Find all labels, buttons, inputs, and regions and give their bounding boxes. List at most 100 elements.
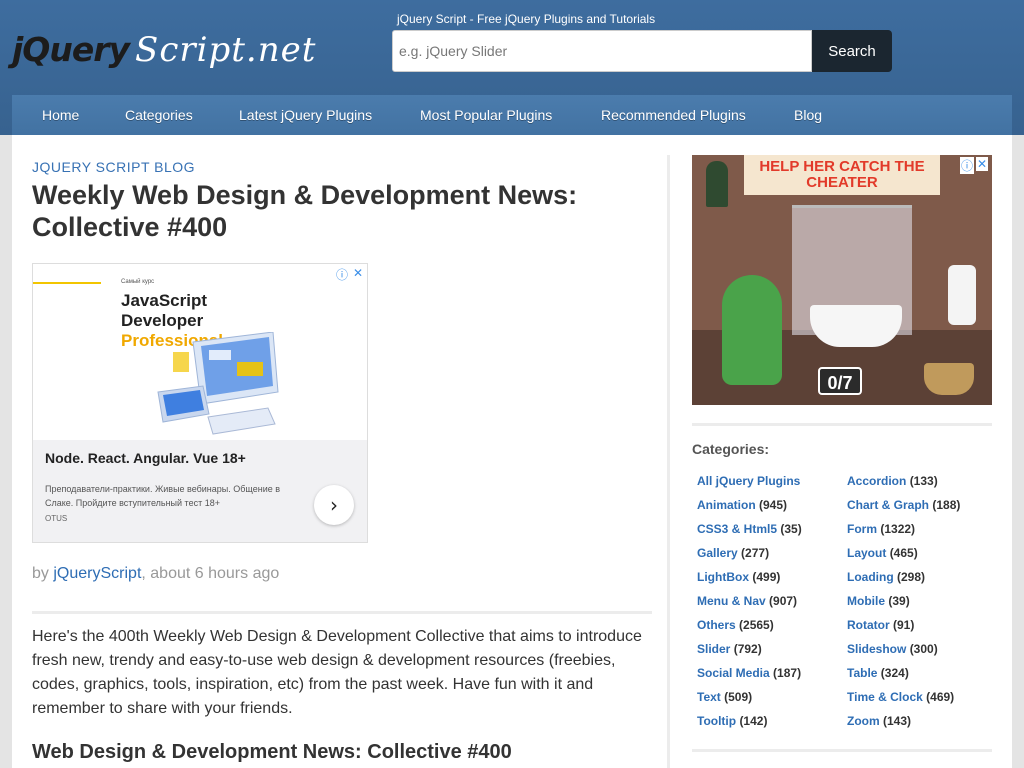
category-count: (133) (909, 474, 938, 488)
category-count: (509) (724, 690, 753, 704)
category-link[interactable]: Others (697, 618, 736, 632)
category-item: Social Media (187) (697, 665, 847, 689)
category-count: (298) (897, 570, 926, 584)
ad-info-icon[interactable]: ⓘ (336, 266, 348, 283)
column-divider (667, 155, 670, 768)
category-link[interactable]: Zoom (847, 714, 880, 728)
bathtub-illustration (810, 305, 902, 347)
category-link[interactable]: CSS3 & Html5 (697, 522, 777, 536)
ad-game-sign: HELP HER CATCH THE CHEATER (744, 155, 940, 195)
categories-column-2: Accordion (133) Chart & Graph (188) Form… (847, 473, 997, 737)
category-item: Chart & Graph (188) (847, 497, 997, 521)
toilet-illustration (948, 265, 976, 325)
ad-text-panel: Node. React. Angular. Vue 18+ Преподават… (33, 440, 367, 542)
category-item: Animation (945) (697, 497, 847, 521)
category-item: Accordion (133) (847, 473, 997, 497)
category-link[interactable]: Time & Clock (847, 690, 923, 704)
divider-line (32, 611, 652, 614)
search-button[interactable]: Search (812, 30, 892, 72)
search-input[interactable] (392, 30, 812, 72)
ad-info-icon[interactable]: ⓘ (960, 157, 975, 174)
category-item: Slider (792) (697, 641, 847, 665)
category-count: (2565) (739, 618, 774, 632)
character-illustration (722, 275, 782, 385)
advertisement-right[interactable]: HELP HER CATCH THE CHEATER 0/7 ⓘ ✕ (692, 155, 992, 405)
category-count: (187) (773, 666, 802, 680)
article-subtitle: Web Design & Development News: Collectiv… (32, 741, 512, 763)
category-item: All jQuery Plugins (697, 473, 847, 497)
category-item: Text (509) (697, 689, 847, 713)
nav-recommended-plugins[interactable]: Recommended Plugins (601, 107, 746, 123)
categories-column-1: All jQuery Plugins Animation (945) CSS3 … (697, 473, 847, 737)
category-link[interactable]: Animation (697, 498, 756, 512)
category-count: (469) (926, 690, 955, 704)
category-item: Slideshow (300) (847, 641, 997, 665)
ad-heading-line2: Developer (121, 311, 204, 330)
category-item: Time & Clock (469) (847, 689, 997, 713)
category-item: CSS3 & Html5 (35) (697, 521, 847, 545)
category-link[interactable]: Table (847, 666, 877, 680)
category-item: Table (324) (847, 665, 997, 689)
nav-latest-plugins[interactable]: Latest jQuery Plugins (239, 107, 372, 123)
category-count: (142) (739, 714, 768, 728)
nav-blog[interactable]: Blog (794, 107, 822, 123)
category-link[interactable]: Text (697, 690, 721, 704)
category-link[interactable]: Layout (847, 546, 886, 560)
category-item: Zoom (143) (847, 713, 997, 737)
logo-script-text: Script.net (135, 30, 317, 70)
site-logo[interactable]: jQuery Script.net (12, 30, 316, 74)
category-item: Menu & Nav (907) (697, 593, 847, 617)
category-count: (91) (893, 618, 915, 632)
chevron-right-icon[interactable]: › (314, 485, 354, 525)
category-count: (35) (780, 522, 802, 536)
ad-brand: OTUS (45, 514, 68, 523)
nav-home[interactable]: Home (42, 107, 79, 123)
category-item: Mobile (39) (847, 593, 997, 617)
category-count: (792) (733, 642, 762, 656)
ad-game-counter: 0/7 (818, 367, 862, 395)
categories-heading: Categories: (692, 441, 770, 457)
category-link[interactable]: Loading (847, 570, 894, 584)
category-link[interactable]: Slideshow (847, 642, 906, 656)
author-link[interactable]: jQueryScript (53, 565, 141, 582)
nav-popular-plugins[interactable]: Most Popular Plugins (420, 107, 552, 123)
category-count: (945) (759, 498, 788, 512)
category-item: Tooltip (142) (697, 713, 847, 737)
main-nav: Home Categories Latest jQuery Plugins Mo… (12, 95, 1012, 135)
category-item: Loading (298) (847, 569, 997, 593)
article-intro: Here's the 400th Weekly Web Design & Dev… (32, 628, 642, 717)
ad-small-text: Самый курс (121, 279, 155, 285)
divider-line (692, 423, 992, 426)
category-link[interactable]: Gallery (697, 546, 738, 560)
category-link[interactable]: LightBox (697, 570, 749, 584)
category-link[interactable]: Chart & Graph (847, 498, 929, 512)
ad-accent-line (33, 282, 101, 284)
ad-headline: Node. React. Angular. Vue 18+ (45, 450, 246, 466)
category-link[interactable]: Tooltip (697, 714, 736, 728)
category-count: (143) (883, 714, 912, 728)
category-count: (465) (889, 546, 918, 560)
category-link[interactable]: Menu & Nav (697, 594, 766, 608)
basket-illustration (924, 363, 974, 395)
plant-illustration (706, 161, 728, 207)
category-link[interactable]: Mobile (847, 594, 885, 608)
category-link[interactable]: Form (847, 522, 877, 536)
category-count: (324) (880, 666, 909, 680)
category-link[interactable]: All jQuery Plugins (697, 474, 800, 488)
category-item: Rotator (91) (847, 617, 997, 641)
category-link[interactable]: Rotator (847, 618, 890, 632)
article-byline: by jQueryScript, about 6 hours ago (32, 565, 279, 583)
category-link[interactable]: Social Media (697, 666, 770, 680)
category-count: (188) (932, 498, 961, 512)
search-form: Search (392, 30, 892, 72)
category-link[interactable]: Slider (697, 642, 730, 656)
advertisement-left[interactable]: Самый курс JavaScript Developer Professi… (32, 263, 368, 543)
category-count: (300) (909, 642, 938, 656)
ad-close-icon[interactable]: ✕ (353, 266, 363, 280)
article-title: Weekly Web Design & Development News: Co… (32, 180, 578, 242)
nav-categories[interactable]: Categories (125, 107, 193, 123)
category-link[interactable]: Accordion (847, 474, 906, 488)
article-category-link[interactable]: JQUERY SCRIPT BLOG (32, 159, 195, 175)
ad-close-icon[interactable]: ✕ (976, 157, 989, 171)
category-item: Layout (465) (847, 545, 997, 569)
